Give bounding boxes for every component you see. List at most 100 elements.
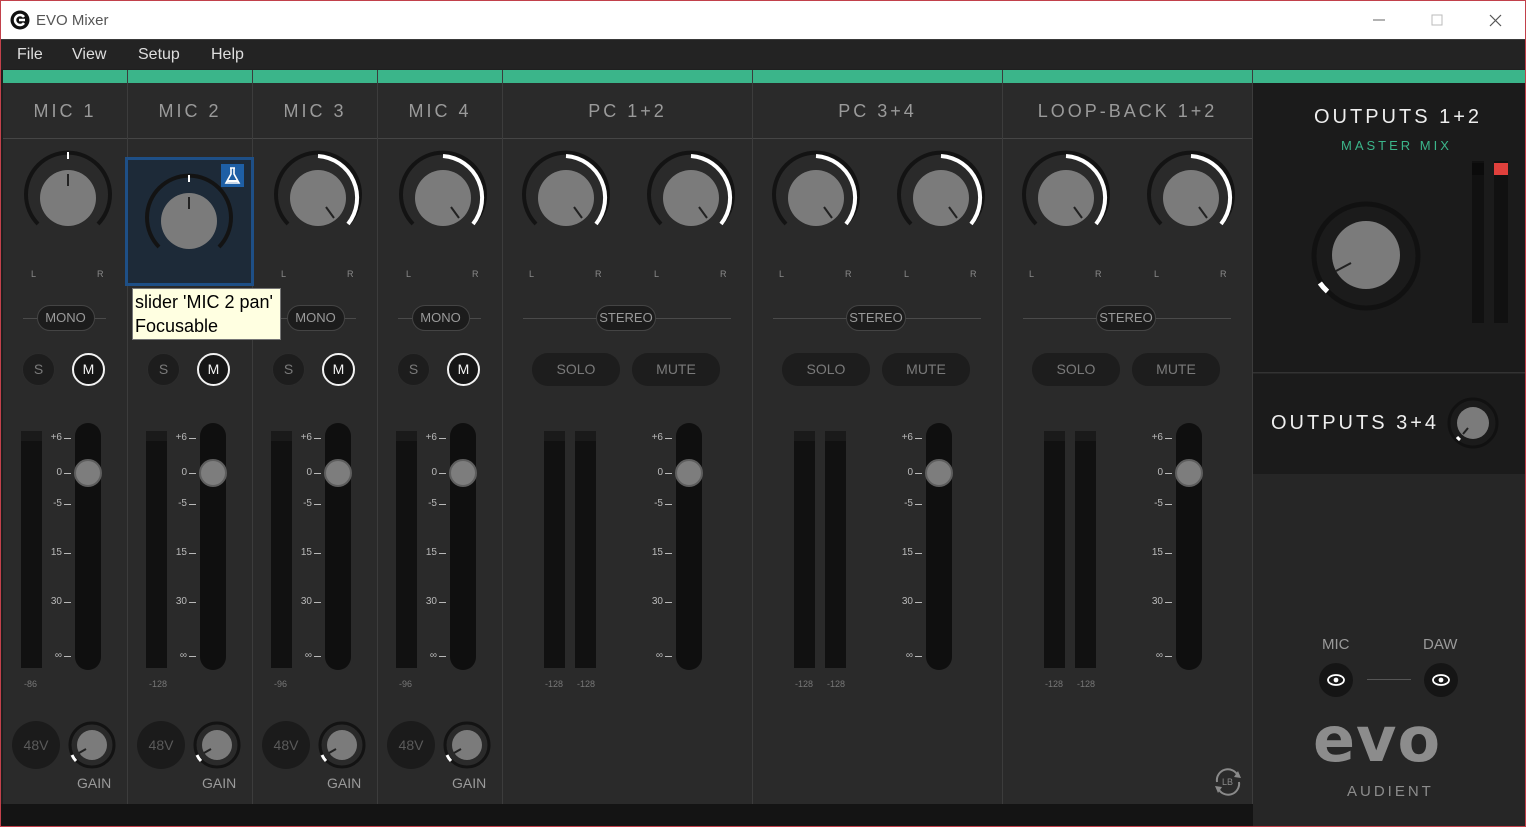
minimize-button[interactable] bbox=[1350, 1, 1408, 39]
fader-handle[interactable] bbox=[675, 459, 703, 487]
fader-scale-label: 0 bbox=[181, 467, 187, 478]
channel-color-bar bbox=[1003, 70, 1252, 83]
fader-scale-tick bbox=[189, 553, 196, 554]
daw-monitor-button[interactable] bbox=[1424, 663, 1458, 697]
phantom-power-button[interactable]: 48V bbox=[12, 721, 60, 769]
channel-strip: MIC 1 L R MONO S M -86 +6 0 -5 15 30 ∞ 48V GAIN bbox=[3, 70, 128, 804]
mute-button[interactable]: MUTE bbox=[882, 353, 970, 386]
fader-scale-label: ∞ bbox=[179, 650, 187, 661]
mono-button[interactable]: MONO bbox=[36, 305, 95, 331]
gain-knob[interactable] bbox=[191, 719, 243, 771]
phantom-power-button[interactable]: 48V bbox=[262, 721, 310, 769]
master-meter-left bbox=[1472, 161, 1484, 323]
stereo-button[interactable]: STEREO bbox=[1096, 305, 1156, 331]
mono-button[interactable]: MONO bbox=[286, 305, 345, 331]
loopback-sync-icon[interactable]: LB bbox=[1211, 765, 1245, 799]
fader-scale-tick bbox=[439, 602, 446, 603]
outputs-3-4-panel: OUTPUTS 3+4 bbox=[1253, 374, 1525, 474]
mic-monitor-button[interactable] bbox=[1319, 663, 1353, 697]
gain-label: GAIN bbox=[77, 775, 112, 791]
fader-scale-tick bbox=[314, 602, 321, 603]
channel-color-bar bbox=[253, 70, 377, 83]
left-pan-knob[interactable] bbox=[518, 150, 614, 246]
menu-help[interactable]: Help bbox=[211, 46, 244, 64]
fader-handle[interactable] bbox=[925, 459, 953, 487]
fader-scale-label: 0 bbox=[431, 467, 437, 478]
menu-view[interactable]: View bbox=[72, 46, 106, 64]
channel-strip: LOOP-BACK 1+2 L R L R STEREO SOLO MUTE -128 -128 +… bbox=[1003, 70, 1253, 804]
fader-handle[interactable] bbox=[1175, 459, 1203, 487]
pan-left-label: L bbox=[529, 269, 535, 279]
right-pan-knob[interactable] bbox=[643, 150, 739, 246]
fader-scale-tick bbox=[439, 438, 446, 439]
fader-scale-label: +6 bbox=[300, 432, 312, 443]
mute-button[interactable]: M bbox=[197, 353, 230, 386]
meter-floor-right: -128 bbox=[827, 679, 846, 689]
mute-button[interactable]: MUTE bbox=[1132, 353, 1220, 386]
fader-scale-label: 30 bbox=[175, 596, 187, 607]
pan-right-label: R bbox=[97, 269, 104, 279]
window-title: EVO Mixer bbox=[36, 12, 109, 29]
menu-file[interactable]: File bbox=[17, 46, 43, 64]
master-clip-indicator bbox=[1494, 163, 1508, 175]
master-volume-knob[interactable] bbox=[1303, 193, 1433, 323]
mic2-pan-knob[interactable] bbox=[141, 173, 237, 269]
left-pan-knob[interactable] bbox=[768, 150, 864, 246]
gain-knob[interactable] bbox=[66, 719, 118, 771]
fader-scale-tick bbox=[314, 438, 321, 439]
mute-button[interactable]: M bbox=[322, 353, 355, 386]
fader-scale-label: -5 bbox=[178, 498, 187, 509]
right-pan-knob[interactable] bbox=[1143, 150, 1239, 246]
flask-icon bbox=[221, 164, 244, 187]
fader-scale-label: 15 bbox=[300, 547, 312, 558]
outputs-3-4-knob[interactable] bbox=[1446, 396, 1500, 450]
channel-strip: PC 1+2 L R L R STEREO SOLO MUTE -128 -128 +6 0 -5 15 3… bbox=[503, 70, 753, 804]
phantom-power-button[interactable]: 48V bbox=[387, 721, 435, 769]
gain-knob[interactable] bbox=[316, 719, 368, 771]
pan-left-label: L bbox=[31, 269, 37, 279]
fader-scale-tick bbox=[64, 553, 71, 554]
level-meter-right bbox=[1075, 431, 1096, 668]
pan-knob[interactable] bbox=[270, 150, 366, 246]
mute-button[interactable]: MUTE bbox=[632, 353, 720, 386]
fader-handle[interactable] bbox=[324, 459, 352, 487]
gain-knob[interactable] bbox=[441, 719, 493, 771]
solo-button[interactable]: S bbox=[397, 353, 430, 386]
mute-button[interactable]: M bbox=[447, 353, 480, 386]
solo-button[interactable]: SOLO bbox=[532, 353, 620, 386]
pan-knob[interactable] bbox=[395, 150, 491, 246]
mute-button[interactable]: M bbox=[72, 353, 105, 386]
channel-name: MIC 4 bbox=[378, 83, 502, 139]
eye-icon bbox=[1432, 674, 1450, 686]
fader-scale-tick bbox=[1165, 473, 1172, 474]
fader-handle[interactable] bbox=[199, 459, 227, 487]
fader-scale-tick bbox=[439, 504, 446, 505]
fader-scale-label: ∞ bbox=[1155, 650, 1163, 661]
solo-button[interactable]: SOLO bbox=[782, 353, 870, 386]
fader-handle[interactable] bbox=[449, 459, 477, 487]
right-pan-knob[interactable] bbox=[893, 150, 989, 246]
solo-button[interactable]: S bbox=[22, 353, 55, 386]
pan-knob[interactable] bbox=[20, 150, 116, 246]
maximize-button[interactable] bbox=[1408, 1, 1466, 39]
pan-left-label: L bbox=[406, 269, 412, 279]
phantom-power-button[interactable]: 48V bbox=[137, 721, 185, 769]
fader-scale-tick bbox=[665, 553, 672, 554]
solo-button[interactable]: SOLO bbox=[1032, 353, 1120, 386]
tooltip-line1: slider 'MIC 2 pan' bbox=[135, 292, 273, 312]
close-button[interactable] bbox=[1466, 1, 1524, 39]
menu-setup[interactable]: Setup bbox=[138, 46, 180, 64]
fader-scale-tick bbox=[665, 504, 672, 505]
fader-handle[interactable] bbox=[74, 459, 102, 487]
fader-scale-tick bbox=[189, 504, 196, 505]
solo-button[interactable]: S bbox=[272, 353, 305, 386]
pan-left-label: L bbox=[281, 269, 287, 279]
left-pan-knob[interactable] bbox=[1018, 150, 1114, 246]
mono-button[interactable]: MONO bbox=[411, 305, 470, 331]
fader-scale-label: ∞ bbox=[655, 650, 663, 661]
fader-scale-label: +6 bbox=[50, 432, 62, 443]
stereo-button[interactable]: STEREO bbox=[846, 305, 906, 331]
stereo-button[interactable]: STEREO bbox=[596, 305, 656, 331]
fader-scale-tick bbox=[915, 656, 922, 657]
solo-button[interactable]: S bbox=[147, 353, 180, 386]
